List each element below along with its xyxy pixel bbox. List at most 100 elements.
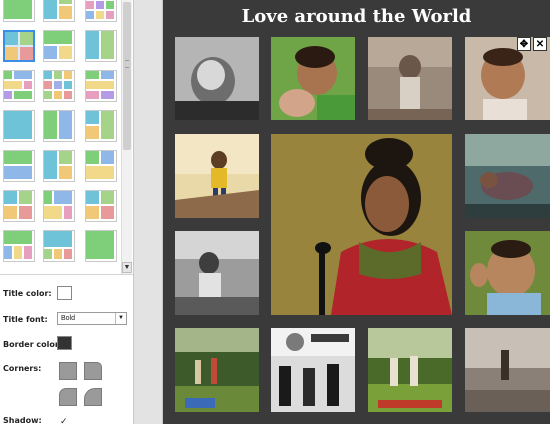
layout-picker: ▼: [0, 0, 133, 274]
layout-cell: [59, 0, 72, 4]
layout-thumb-16[interactable]: [3, 190, 35, 222]
layout-cell: [20, 47, 33, 60]
photo-7[interactable]: [465, 134, 550, 218]
layout-thumb-17[interactable]: [43, 190, 75, 222]
move-icon[interactable]: ✥: [517, 37, 531, 51]
photo-featured[interactable]: [271, 134, 452, 315]
layout-cell: [24, 81, 32, 89]
chevron-down-icon: ▼: [115, 313, 126, 324]
photo-1[interactable]: [175, 37, 259, 120]
layout-thumb-9[interactable]: [85, 70, 117, 102]
photo-8-image: [465, 231, 550, 315]
layout-cell: [54, 191, 72, 204]
layout-thumb-19[interactable]: [3, 230, 35, 262]
layout-cell: [54, 249, 62, 259]
layout-cell: [4, 191, 17, 204]
layout-thumb-4[interactable]: [3, 30, 35, 62]
photo-3-image: [368, 37, 452, 120]
layout-thumb-21[interactable]: [85, 230, 117, 262]
layout-cell: [86, 91, 99, 99]
layout-cell: [86, 191, 99, 204]
photo-9[interactable]: [175, 328, 259, 412]
layout-thumb-2[interactable]: [43, 0, 75, 22]
photo-10[interactable]: [271, 328, 355, 412]
corner-square-button[interactable]: [59, 362, 77, 380]
corner-round-large-button[interactable]: [84, 388, 102, 406]
layout-thumb-18[interactable]: [85, 190, 117, 222]
layout-thumb-8[interactable]: [43, 70, 75, 102]
layout-thumb-1[interactable]: [3, 0, 35, 22]
layout-cell: [106, 11, 114, 19]
layout-cell: [4, 71, 12, 79]
layout-cell: [4, 151, 32, 164]
layout-cell: [44, 231, 72, 247]
layout-thumb-14[interactable]: [43, 150, 75, 182]
layout-thumb-11[interactable]: [43, 110, 75, 142]
layout-cell: [4, 206, 17, 219]
layout-scrollbar[interactable]: ▼: [121, 0, 132, 274]
scroll-down-arrow-icon[interactable]: ▼: [122, 262, 132, 273]
photo-12[interactable]: [465, 328, 550, 412]
layout-cell: [44, 206, 62, 219]
title-color-swatch[interactable]: [57, 286, 72, 300]
layout-cell: [44, 111, 57, 139]
close-icon[interactable]: ✕: [533, 37, 547, 51]
layout-cell: [101, 111, 114, 139]
layout-cell: [86, 231, 114, 259]
layout-cell: [86, 71, 99, 79]
layout-cell: [59, 166, 72, 179]
layout-cell: [86, 81, 114, 89]
layout-cell: [14, 91, 32, 99]
photo-6[interactable]: [175, 231, 259, 315]
layout-thumb-13[interactable]: [3, 150, 35, 182]
layout-cell: [24, 246, 32, 259]
photo-7-image: [465, 134, 550, 218]
collage-canvas: Love around the World: [163, 0, 550, 424]
collage-title[interactable]: Love around the World: [163, 6, 550, 27]
layout-thumb-6[interactable]: [85, 30, 117, 62]
layout-cell: [106, 1, 114, 9]
layout-cell: [59, 46, 72, 59]
layout-cell: [101, 31, 114, 59]
layout-cell: [101, 91, 114, 99]
layout-cell: [96, 11, 104, 19]
photo-2-image: [271, 37, 355, 120]
layout-thumb-10[interactable]: [3, 110, 35, 142]
photo-8[interactable]: [465, 231, 550, 315]
border-color-label: Border color:: [3, 340, 63, 349]
layout-cell: [59, 151, 72, 164]
border-color-swatch[interactable]: [57, 336, 72, 350]
photo-9-image: [175, 328, 259, 412]
photo-6-image: [175, 231, 259, 315]
scroll-thumb[interactable]: [123, 2, 131, 150]
photo-2[interactable]: [271, 37, 355, 120]
photo-10-image: [271, 328, 355, 412]
panel-divider[interactable]: [133, 0, 163, 424]
layout-thumb-12[interactable]: [85, 110, 117, 142]
layout-cell: [59, 111, 72, 139]
options-panel: ▼ Title color: Title font: Bold ▼ Border…: [0, 0, 133, 424]
layout-cell: [44, 71, 52, 79]
layout-cell: [86, 126, 99, 139]
corner-round-medium-button[interactable]: [59, 388, 77, 406]
layout-cell: [44, 81, 52, 89]
layout-cell: [86, 151, 99, 164]
layout-thumb-3[interactable]: [85, 0, 117, 22]
photo-1-image: [175, 37, 259, 120]
layout-cell: [44, 91, 52, 99]
layout-cell: [101, 206, 114, 219]
layout-thumb-15[interactable]: [85, 150, 117, 182]
photo-3[interactable]: [368, 37, 452, 120]
layout-thumb-20[interactable]: [43, 230, 75, 262]
photo-11[interactable]: [368, 328, 452, 412]
layout-cell: [44, 31, 72, 44]
layout-thumb-5[interactable]: [43, 30, 75, 62]
layout-cell: [86, 31, 99, 59]
layout-thumb-7[interactable]: [3, 70, 35, 102]
photo-5-image: [175, 134, 259, 218]
corner-round-small-button[interactable]: [84, 362, 102, 380]
layout-cell: [4, 246, 12, 259]
shadow-checkbox[interactable]: ✓: [60, 416, 68, 424]
title-font-select[interactable]: Bold ▼: [57, 312, 127, 325]
photo-5[interactable]: [175, 134, 259, 218]
